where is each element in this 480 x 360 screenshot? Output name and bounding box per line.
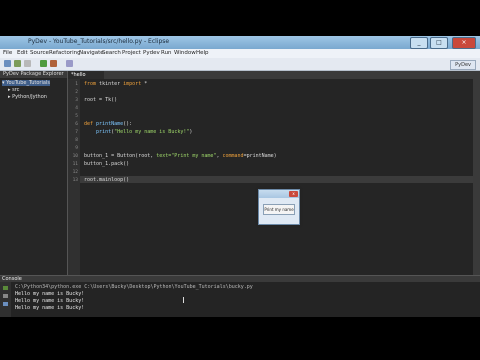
menu-help[interactable]: Help [196, 50, 209, 56]
search-icon[interactable] [66, 60, 73, 67]
code-line-1: from tkinter import * [84, 81, 147, 88]
keyword: import [123, 81, 142, 87]
menu-search[interactable]: Search [102, 50, 121, 56]
line-number: 5 [75, 114, 78, 119]
line-number: 2 [75, 90, 78, 95]
menu-project[interactable]: Project [122, 50, 141, 56]
console-command-line: C:\Python34\python.exe C:\Users\Bucky\De… [15, 284, 253, 290]
menu-pydev[interactable]: Pydev [143, 50, 160, 56]
tree-item-interpreter[interactable]: ▸ Python/Jython [8, 94, 47, 100]
pin-console-icon[interactable] [3, 302, 8, 306]
code-text: (): [123, 121, 133, 127]
current-line-highlight [80, 176, 473, 183]
line-number: 13 [72, 178, 78, 183]
clear-console-icon[interactable] [3, 294, 8, 298]
code-editor[interactable]: from tkinter import * root = Tk() def pr… [80, 79, 473, 275]
code-text: button_1 = Button(root, [84, 153, 157, 159]
line-number: 12 [72, 170, 78, 175]
function-name: print [96, 129, 112, 135]
line-number: 9 [75, 146, 78, 151]
tree-item-src[interactable]: ▸ src [8, 87, 19, 93]
function-name: printName [93, 121, 124, 127]
popup-close-button[interactable]: x [289, 191, 298, 197]
tree-item-label: Python/Jython [12, 94, 47, 100]
text-cursor [183, 297, 184, 303]
tab-hello[interactable]: *hello [68, 71, 104, 79]
line-number: 6 [75, 122, 78, 127]
console-line: Hello my name is Bucky! [15, 291, 85, 297]
line-number: 3 [75, 98, 78, 103]
menu-bar: File Edit Source Refactoring Navigate Se… [0, 49, 480, 58]
perspective-switcher[interactable]: PyDev [450, 60, 476, 70]
run-icon[interactable] [40, 60, 47, 67]
keyword: command [222, 153, 244, 159]
code-line-10: button_1 = Button(root, text="Print my n… [84, 153, 277, 160]
keyword: from [84, 81, 97, 87]
popup-titlebar[interactable]: x [259, 190, 299, 198]
editor-scrollbar[interactable] [473, 79, 480, 275]
code-line-7: print("Hello my name is Bucky!") [84, 129, 192, 136]
debug-icon[interactable] [50, 60, 57, 67]
editor-tabbar: *hello [68, 71, 480, 79]
package-explorer: PyDev Package Explorer ▾ YouTube_Tutoria… [0, 71, 68, 275]
menu-source[interactable]: Source [30, 50, 49, 56]
tk-popup-window: x Print my name [258, 189, 300, 225]
save-icon[interactable] [14, 60, 21, 67]
menu-file[interactable]: File [3, 50, 12, 56]
code-text: =printName) [243, 153, 277, 159]
code-line-13: root.mainloop() [84, 177, 130, 183]
line-number: 4 [75, 106, 78, 111]
code-text: * [141, 81, 148, 87]
string-literal: "Hello my name is Bucky!" [114, 129, 190, 135]
tree-item-label: YouTube_Tutorials [6, 80, 50, 86]
line-number: 7 [75, 130, 78, 135]
menu-refactoring[interactable]: Refactoring [49, 50, 81, 56]
console-output[interactable]: C:\Python34\python.exe C:\Users\Bucky\De… [11, 282, 480, 317]
minimize-button[interactable]: _ [410, 37, 428, 49]
code-line-6: def printName(): [84, 121, 132, 128]
line-number: 1 [75, 82, 78, 87]
menu-run[interactable]: Run [161, 50, 172, 56]
terminate-icon[interactable] [3, 286, 8, 290]
line-number: 8 [75, 138, 78, 143]
print-my-name-button[interactable]: Print my name [263, 204, 295, 215]
menu-navigate[interactable]: Navigate [79, 50, 104, 56]
code-text: ) [189, 129, 193, 135]
menu-edit[interactable]: Edit [17, 50, 28, 56]
print-icon[interactable] [24, 60, 31, 67]
code-line-11: button_1.pack() [84, 161, 130, 167]
title-bar: PyDev - YouTube_Tutorials/src/hello.py -… [0, 36, 480, 49]
close-button[interactable]: × [452, 37, 476, 49]
tree-item-project[interactable]: ▾ YouTube_Tutorials [2, 80, 50, 86]
line-number: 10 [72, 154, 78, 159]
code-text: tkinter [96, 81, 124, 87]
code-line-3: root = Tk() [84, 97, 118, 103]
maximize-button[interactable]: □ [430, 37, 448, 49]
package-explorer-tab[interactable]: PyDev Package Explorer [0, 71, 67, 78]
console-line: Hello my name is Bucky! [15, 298, 85, 304]
menu-window[interactable]: Window [174, 50, 196, 56]
console-line: Hello my name is Bucky! [15, 305, 85, 311]
new-icon[interactable] [4, 60, 11, 67]
line-number-gutter: 1 2 3 4 5 6 7 8 9 10 11 12 13 [68, 79, 80, 275]
eclipse-window: PyDev - YouTube_Tutorials/src/hello.py -… [0, 36, 480, 317]
string-literal: text="Print my name" [156, 153, 217, 159]
toolbar: PyDev [0, 58, 480, 71]
keyword: def [84, 121, 94, 127]
tree-item-label: src [12, 87, 20, 93]
line-number: 11 [72, 162, 78, 167]
window-title: PyDev - YouTube_Tutorials/src/hello.py -… [28, 38, 170, 45]
console-toolbar [0, 282, 11, 317]
